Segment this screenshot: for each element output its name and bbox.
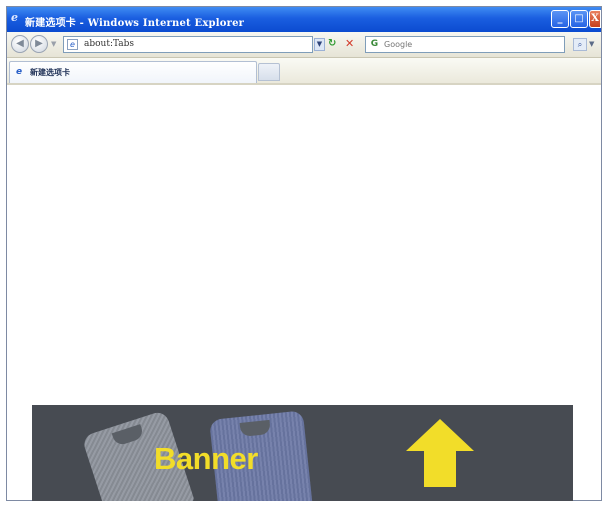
tab-new-tab[interactable]: e 新建选项卡 xyxy=(9,61,257,83)
maximize-icon: □ xyxy=(574,13,584,24)
search-box[interactable]: G xyxy=(365,36,565,53)
search-options-dropdown-icon[interactable]: ▼ xyxy=(589,40,594,48)
back-arrow-icon: ◀ xyxy=(16,38,24,49)
stop-icon: ✕ xyxy=(345,37,355,50)
search-icon: ⌕ xyxy=(577,40,583,49)
refresh-button[interactable]: ↻ xyxy=(328,38,336,49)
shirt-collar xyxy=(239,419,271,437)
up-arrow-icon xyxy=(406,419,474,487)
page-icon: e xyxy=(67,39,78,50)
new-tab-button[interactable] xyxy=(258,63,280,81)
search-input[interactable] xyxy=(384,38,560,51)
close-icon: X xyxy=(591,13,599,24)
tab-label: 新建选项卡 xyxy=(30,68,70,77)
address-text[interactable]: about:Tabs xyxy=(84,39,134,49)
title-bar: e 新建选项卡 - Windows Internet Explorer _ □ … xyxy=(7,7,601,32)
banner-ad[interactable]: Banner xyxy=(32,405,573,501)
history-dropdown-icon[interactable]: ▼ xyxy=(51,40,56,48)
banner-text: Banner xyxy=(154,441,258,476)
window-title: 新建选项卡 - Windows Internet Explorer xyxy=(25,18,245,29)
minimize-icon: _ xyxy=(557,13,563,24)
search-provider-icon[interactable]: G xyxy=(368,38,381,51)
search-button[interactable]: ⌕ xyxy=(573,38,587,51)
address-bar[interactable]: e about:Tabs xyxy=(63,36,313,53)
tab-bar: e 新建选项卡 xyxy=(7,58,601,85)
stop-button[interactable]: ✕ xyxy=(345,37,354,50)
maximize-button[interactable]: □ xyxy=(570,10,588,28)
shirt-collar xyxy=(111,424,145,447)
minimize-button[interactable]: _ xyxy=(551,10,569,28)
ie-page-icon: e xyxy=(16,67,23,77)
refresh-icon: ↻ xyxy=(328,38,337,49)
navigation-bar: ◀ ▶ ▼ e about:Tabs ▼ ↻ ✕ G ⌕ ▼ xyxy=(7,32,601,58)
ie-logo-icon: e xyxy=(11,11,18,24)
address-dropdown-button[interactable]: ▼ xyxy=(314,38,325,51)
close-button[interactable]: X xyxy=(589,10,601,28)
back-button[interactable]: ◀ xyxy=(11,35,29,53)
forward-button[interactable]: ▶ xyxy=(30,35,48,53)
forward-arrow-icon: ▶ xyxy=(35,38,43,49)
chevron-down-icon: ▼ xyxy=(316,40,323,48)
